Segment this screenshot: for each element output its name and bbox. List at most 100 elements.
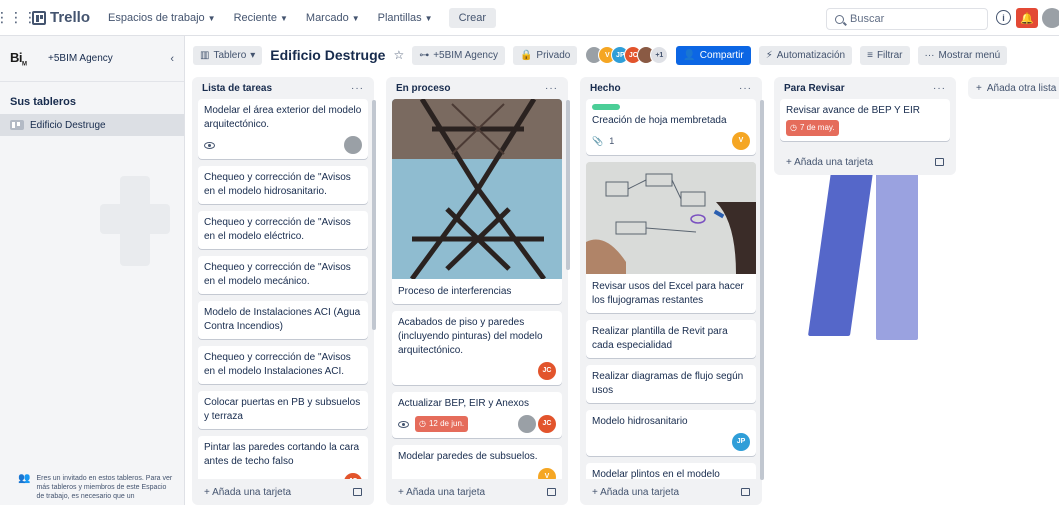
card-template-icon[interactable] xyxy=(547,488,556,496)
apps-grid-icon[interactable]: ⋮⋮⋮ xyxy=(0,8,37,28)
clock-icon: ◷ xyxy=(419,419,426,428)
workspace-icon: ⊶ xyxy=(419,49,430,61)
lightning-icon: ⚡ xyxy=(765,49,773,61)
workspace-name: +5BIM Agency xyxy=(48,53,113,64)
card-with-cover[interactable]: Revisar usos del Excel para hacer los fl… xyxy=(586,162,756,313)
clock-icon: ◷ xyxy=(790,123,797,132)
filter-button[interactable]: ≡ Filtrar xyxy=(860,45,910,65)
member-avatar[interactable] xyxy=(344,136,362,154)
chevron-down-icon: ▼ xyxy=(279,13,288,23)
create-button[interactable]: Crear xyxy=(448,7,497,28)
sidebar-board-edificio-destruge[interactable]: Edificio Destruge xyxy=(0,114,184,136)
tower-structure-photo xyxy=(392,99,562,279)
add-person-icon: 👤 xyxy=(683,49,696,61)
watching-eye-icon xyxy=(398,420,409,428)
board-background-stripe-light xyxy=(876,160,918,340)
add-list-button[interactable]: + Añada otra lista xyxy=(968,77,1059,99)
member-avatar[interactable] xyxy=(518,415,536,433)
member-avatar[interactable]: JC xyxy=(538,415,556,433)
automation-button[interactable]: ⚡ Automatización xyxy=(758,45,853,65)
workspace-visibility-button[interactable]: ⊶ +5BIM Agency xyxy=(412,45,505,65)
notifications-bell-icon[interactable]: 🔔 xyxy=(1016,8,1038,28)
add-card-button[interactable]: + Añada una tarjeta xyxy=(592,487,679,498)
list-hecho: Hecho ··· Creación de hoja membretada 📎 1… xyxy=(580,77,762,505)
member-avatar[interactable]: JC xyxy=(538,362,556,380)
card[interactable]: Chequeo y corrección de "Avisos en el mo… xyxy=(198,166,368,204)
chevron-down-icon: ▼ xyxy=(424,13,433,23)
board-members[interactable]: V JP JC +1 xyxy=(585,46,669,64)
add-card-button[interactable]: + Añada una tarjeta xyxy=(786,157,873,168)
card-template-icon[interactable] xyxy=(741,488,750,496)
watching-eye-icon xyxy=(204,141,215,149)
list-title[interactable]: Hecho xyxy=(590,83,621,94)
nav-templates[interactable]: Plantillas ▼ xyxy=(372,8,439,28)
workspace-logo: BiM xyxy=(10,49,27,68)
card[interactable]: Actualizar BEP, EIR y Anexos ◷ 12 de jun.… xyxy=(392,392,562,438)
card-template-icon[interactable] xyxy=(935,158,944,166)
list-en-proceso: En proceso ··· Proceso de interferencias… xyxy=(386,77,568,505)
board-title[interactable]: Edificio Destruge xyxy=(270,47,385,63)
list-menu-ellipsis-icon[interactable]: ··· xyxy=(933,83,946,94)
sidebar: BiM +5BIM Agency ‹ Sus tableros Edificio… xyxy=(0,36,185,505)
member-avatar[interactable]: V xyxy=(732,132,750,150)
member-avatar[interactable]: JP xyxy=(732,433,750,451)
card[interactable]: Chequeo y corrección de "Avisos en el mo… xyxy=(198,211,368,249)
card-template-icon[interactable] xyxy=(353,488,362,496)
card[interactable]: Acabados de piso y paredes (incluyendo p… xyxy=(392,311,562,385)
trello-icon xyxy=(32,10,46,25)
card[interactable]: Modelo de Instalaciones ACI (Agua Contra… xyxy=(198,301,368,339)
list-scrollbar[interactable] xyxy=(566,100,570,270)
due-date-badge[interactable]: ◷ 12 de jun. xyxy=(415,416,469,432)
card-cover-image xyxy=(586,162,756,274)
search-input[interactable]: Buscar xyxy=(826,8,988,30)
star-icon[interactable]: ☆ xyxy=(393,48,404,62)
card[interactable]: Chequeo y corrección de "Avisos en el mo… xyxy=(198,346,368,384)
nav-workspaces[interactable]: Espacios de trabajo ▼ xyxy=(102,8,222,28)
list-title[interactable]: En proceso xyxy=(396,83,450,94)
card[interactable]: Chequeo y corrección de "Avisos en el mo… xyxy=(198,256,368,294)
attachment-clip-icon: 📎 xyxy=(592,136,604,146)
lock-icon: 🔒 xyxy=(519,49,533,61)
list-title[interactable]: Lista de tareas xyxy=(202,83,272,94)
card[interactable]: Modelar el área exterior del modelo arqu… xyxy=(198,99,368,159)
card[interactable]: Colocar puertas en PB y subsuelos y terr… xyxy=(198,391,368,429)
collapse-sidebar-chevron-icon[interactable]: ‹ xyxy=(170,53,174,65)
add-card-button[interactable]: + Añada una tarjeta xyxy=(398,487,485,498)
list-scrollbar[interactable] xyxy=(372,100,376,330)
search-icon xyxy=(835,14,844,24)
guest-notice: 👥 Eres un invitado en estos tableros. Pa… xyxy=(18,473,173,501)
due-date-badge[interactable]: ◷ 7 de may. xyxy=(786,120,839,136)
green-label[interactable] xyxy=(592,104,620,110)
trello-logo[interactable]: Trello xyxy=(32,9,90,26)
show-menu-button[interactable]: ··· Mostrar menú xyxy=(917,45,1008,65)
user-avatar[interactable] xyxy=(1042,8,1059,28)
view-switcher-button[interactable]: ▥ Tablero ▾ xyxy=(193,45,263,65)
sidebar-decoration xyxy=(100,204,170,234)
extra-members-count[interactable]: +1 xyxy=(650,46,669,64)
card[interactable]: Revisar avance de BEP Y EIR ◷ 7 de may. xyxy=(780,99,950,141)
board-icon xyxy=(10,120,24,130)
card[interactable]: Realizar diagramas de flujo según usos xyxy=(586,365,756,403)
list-menu-ellipsis-icon[interactable]: ··· xyxy=(351,83,364,94)
guest-icon: 👥 xyxy=(18,473,31,484)
whiteboard-photo xyxy=(586,162,756,274)
nav-starred[interactable]: Marcado ▼ xyxy=(300,8,366,28)
list-para-revisar: Para Revisar ··· Revisar avance de BEP Y… xyxy=(774,77,956,175)
list-menu-ellipsis-icon[interactable]: ··· xyxy=(739,83,752,94)
list-lista-de-tareas: Lista de tareas ··· Modelar el área exte… xyxy=(192,77,374,505)
info-icon[interactable]: i xyxy=(996,10,1011,25)
list-menu-ellipsis-icon[interactable]: ··· xyxy=(545,83,558,94)
card[interactable]: Modelo hidrosanitario JP xyxy=(586,410,756,456)
board-view-icon: ▥ xyxy=(200,49,210,61)
card-with-cover[interactable]: Proceso de interferencias xyxy=(392,99,562,304)
list-title[interactable]: Para Revisar xyxy=(784,83,845,94)
privacy-button[interactable]: 🔒 Privado xyxy=(512,45,578,65)
add-card-button[interactable]: + Añada una tarjeta xyxy=(204,487,291,498)
chevron-down-icon: ▼ xyxy=(207,13,216,23)
card[interactable]: Realizar plantilla de Revit para cada es… xyxy=(586,320,756,358)
share-button[interactable]: 👤 Compartir xyxy=(676,45,751,65)
card-cover-image xyxy=(392,99,562,279)
card[interactable]: Creación de hoja membretada 📎 1 V xyxy=(586,99,756,155)
nav-recent[interactable]: Reciente ▼ xyxy=(228,8,294,28)
list-scrollbar[interactable] xyxy=(760,100,764,480)
